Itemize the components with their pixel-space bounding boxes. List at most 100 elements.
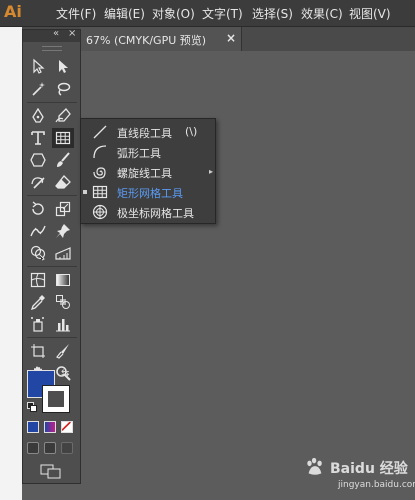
watermark-url: jingyan.baidu.com [338, 480, 415, 490]
flyout-item-label: 直线段工具 [117, 127, 172, 140]
menu-object[interactable]: 对象(O) [152, 6, 195, 22]
shaper-tool[interactable] [27, 172, 49, 192]
menu-view[interactable]: 视图(V) [349, 6, 391, 22]
menu-file[interactable]: 文件(F) [56, 6, 96, 22]
default-colors-icon[interactable] [27, 402, 37, 412]
width-icon [30, 225, 46, 237]
shape-tool[interactable] [27, 150, 49, 170]
flyout-item-spiral[interactable]: 螺旋线工具 [81, 162, 215, 182]
gradient-tool[interactable] [52, 270, 74, 290]
eyedropper-icon [30, 295, 45, 310]
document-tab[interactable]: 67% (CMYK/GPU 预览) × [80, 27, 242, 51]
flyout-item-polar-grid[interactable]: 极坐标网格工具 [81, 202, 215, 222]
eraser-icon [55, 175, 71, 189]
slice-knife-icon [56, 344, 69, 359]
selection-arrow-icon [33, 58, 45, 74]
line-tools-flyout: 直线段工具 (\) 弧形工具 螺旋线工具 矩形网格工具 极坐标网格工具 ▸ [80, 118, 216, 224]
spiral-icon [93, 167, 106, 179]
screen-mode-icon[interactable] [40, 464, 62, 480]
flyout-item-shortcut: (\) [185, 125, 198, 138]
symbol-sprayer-icon [31, 317, 44, 332]
document-tab-label: 67% (CMYK/GPU 预览) [86, 34, 207, 47]
none-mode-button[interactable] [61, 421, 73, 433]
divider [27, 102, 77, 103]
scale-tool[interactable] [52, 199, 74, 219]
perspective-grid-icon [55, 247, 71, 260]
magic-wand-tool[interactable] [27, 79, 49, 99]
menu-effect[interactable]: 效果(C) [301, 6, 343, 22]
gradient-icon [56, 274, 70, 286]
draw-inside-icon[interactable] [61, 442, 73, 454]
paintbrush-tool[interactable] [52, 150, 74, 170]
pen-icon [32, 108, 44, 123]
puppet-warp-tool[interactable] [52, 221, 74, 241]
mesh-tool[interactable] [27, 270, 49, 290]
menu-select[interactable]: 选择(S) [252, 6, 293, 22]
flyout-item-label: 弧形工具 [117, 147, 161, 160]
polar-grid-icon [92, 204, 108, 220]
app-logo: Ai [4, 2, 22, 21]
stroke-swatch-hole [48, 391, 64, 407]
line-segment-icon [93, 125, 107, 139]
curvature-tool[interactable] [52, 106, 74, 126]
draw-normal-icon[interactable] [27, 442, 39, 454]
arc-icon [93, 145, 107, 159]
watermark: Baidu 经验 jingyan.baidu.com [300, 454, 415, 494]
collapse-icon[interactable]: « [53, 28, 59, 39]
grip-icon[interactable] [42, 46, 62, 51]
flyout-item-rectangular-grid[interactable]: 矩形网格工具 [81, 182, 215, 202]
width-tool[interactable] [27, 221, 49, 241]
shape-builder-icon [30, 245, 46, 261]
paintbrush-icon [57, 152, 70, 167]
column-graph-tool[interactable] [52, 314, 74, 334]
type-tool[interactable] [27, 128, 49, 148]
color-mode-button[interactable] [27, 421, 39, 433]
watermark-text: Baidu 经验 [330, 461, 408, 477]
hexagon-icon [30, 153, 46, 167]
magic-wand-icon [32, 82, 45, 96]
rectangular-grid-tool[interactable] [52, 128, 74, 148]
divider [27, 337, 77, 338]
selection-tool[interactable] [27, 56, 49, 76]
direct-selection-icon [59, 60, 68, 73]
baidu-paw-icon [307, 457, 322, 475]
divider [27, 195, 77, 196]
divider [27, 266, 77, 267]
flyout-item-arc[interactable]: 弧形工具 [81, 142, 215, 162]
flyout-item-line-segment[interactable]: 直线段工具 (\) [81, 122, 215, 142]
rotate-tool[interactable] [27, 199, 49, 219]
close-icon[interactable]: × [226, 31, 236, 45]
perspective-grid-tool[interactable] [52, 243, 74, 263]
tools-panel-header[interactable]: « × [23, 28, 80, 42]
eyedropper-tool[interactable] [27, 292, 49, 312]
left-background [0, 27, 22, 500]
tearoff-arrow-icon[interactable]: ▸ [209, 167, 213, 176]
flyout-item-label: 矩形网格工具 [117, 187, 183, 200]
swap-fill-stroke-icon[interactable]: ⇆ [61, 368, 69, 379]
blend-tool[interactable] [52, 292, 74, 312]
type-icon [31, 131, 45, 145]
pushpin-icon [56, 224, 70, 238]
symbol-sprayer-tool[interactable] [27, 314, 49, 334]
direct-selection-tool[interactable] [52, 56, 74, 76]
scale-icon [55, 201, 71, 217]
tools-panel: « × ⇆ [22, 28, 81, 484]
artboard-tool[interactable] [27, 341, 49, 361]
flyout-item-label: 螺旋线工具 [117, 167, 172, 180]
close-icon[interactable]: × [68, 28, 76, 39]
rotate-icon [32, 201, 44, 215]
menu-bar: Ai 文件(F) 编辑(E) 对象(O) 文字(T) 选择(S) 效果(C) 视… [0, 0, 415, 27]
eraser-tool[interactable] [52, 172, 74, 192]
menu-type[interactable]: 文字(T) [202, 6, 243, 22]
rectangular-grid-icon [92, 185, 108, 199]
gradient-mode-button[interactable] [44, 421, 56, 433]
slice-tool[interactable] [52, 341, 74, 361]
draw-behind-icon[interactable] [44, 442, 56, 454]
mesh-icon [30, 272, 46, 288]
shape-builder-tool[interactable] [27, 243, 49, 263]
blend-icon [56, 295, 70, 309]
pen-tool[interactable] [27, 106, 49, 126]
artboard-icon [31, 344, 45, 358]
lasso-tool[interactable] [52, 79, 74, 99]
menu-edit[interactable]: 编辑(E) [104, 6, 145, 22]
